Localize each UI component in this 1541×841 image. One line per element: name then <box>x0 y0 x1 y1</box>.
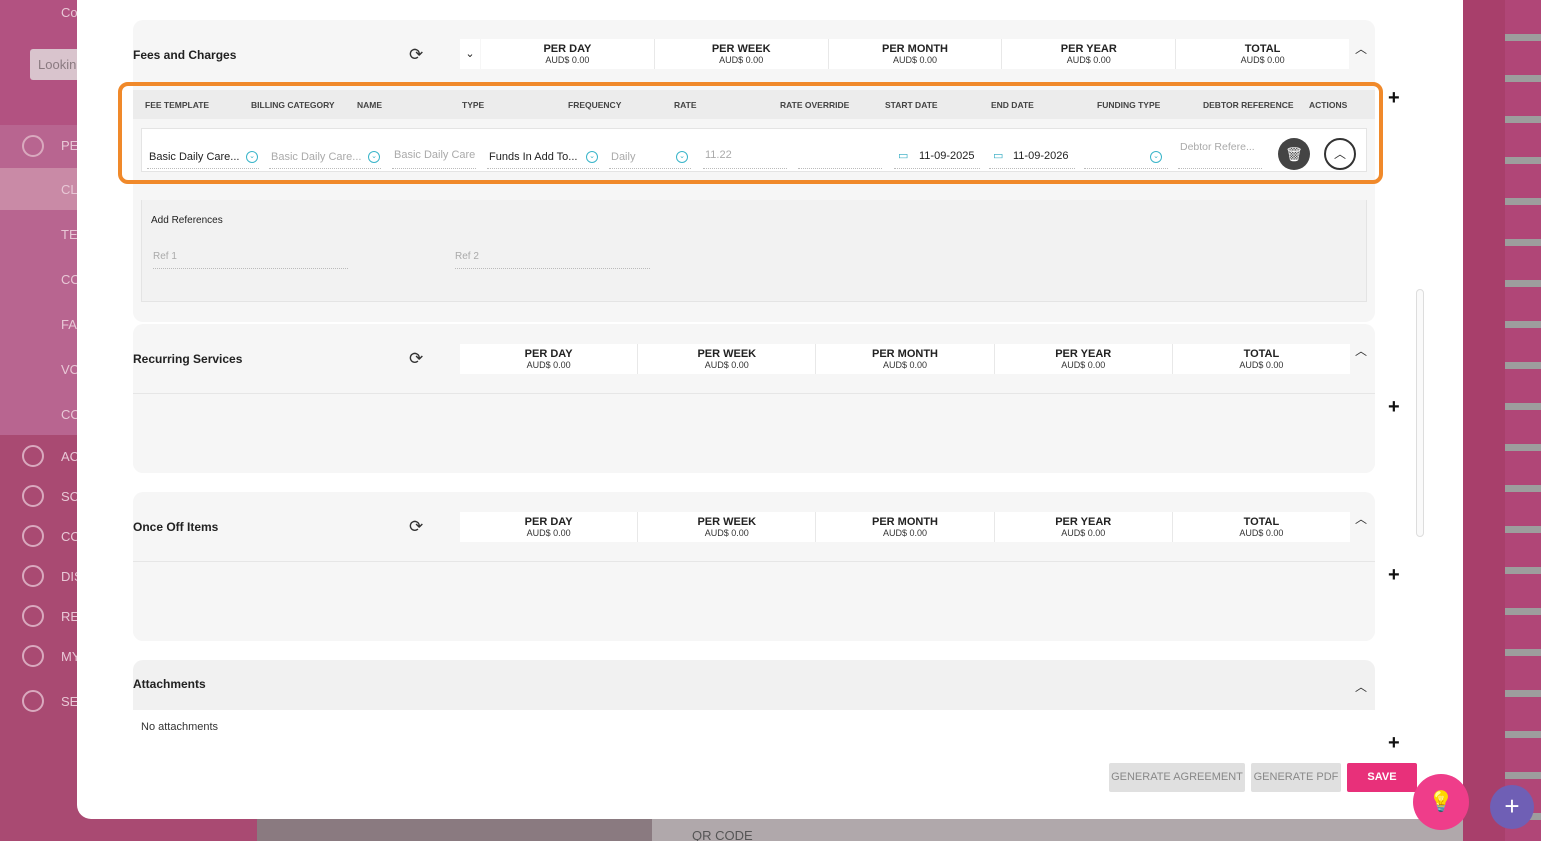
summary-cell: PER WEEK AUD$ 0.00 <box>638 512 817 542</box>
scrollbar[interactable] <box>1416 289 1424 537</box>
summary-cell: PER WEEK AUD$ 0.00 <box>655 39 829 69</box>
plus-icon[interactable]: + <box>1388 87 1400 110</box>
user-icon <box>22 645 44 667</box>
summary-cell: TOTAL AUD$ 0.00 <box>1239 516 1284 538</box>
once-off-body <box>133 561 1375 641</box>
no-attachments-text: No attachments <box>141 721 219 733</box>
summary-cell: PER DAY AUD$ 0.00 <box>460 344 639 374</box>
plus-icon[interactable]: + <box>1388 732 1400 755</box>
refresh-icon[interactable]: ⟳ <box>409 517 423 537</box>
summary-cell: PER MONTH AUD$ 0.00 <box>816 344 995 374</box>
background-sidebar-label: FA <box>61 317 77 332</box>
references-panel: Add References Ref 1 Ref 2 <box>141 200 1367 302</box>
heart-icon <box>22 525 44 547</box>
chevron-up-icon[interactable]: ︿ <box>1355 40 1367 57</box>
recurring-section: Recurring Services ⟳ PER DAY AUD$ 0.00 PE… <box>133 324 1375 473</box>
summary-cell: PER DAY AUD$ 0.00 <box>460 512 639 542</box>
summary-cell: TOTAL AUD$ 0.00 <box>1239 348 1284 370</box>
highlight-box <box>118 82 1383 184</box>
attachments-section: Attachments ︿ No attachments <box>133 660 1375 750</box>
once-off-title: Once Off Items <box>133 520 219 534</box>
plus-icon[interactable]: + <box>1388 396 1400 419</box>
background-stripes <box>1505 0 1541 841</box>
chevron-down-icon[interactable]: ⌄ <box>460 39 480 69</box>
refresh-icon[interactable]: ⟳ <box>409 349 423 369</box>
background-qr-code-label: QR CODE <box>652 818 1463 841</box>
save-button[interactable]: SAVE <box>1347 763 1417 792</box>
summary-cell: PER YEAR AUD$ 0.00 <box>995 512 1173 542</box>
chat-icon <box>22 565 44 587</box>
fees-title: Fees and Charges <box>133 48 237 62</box>
once-off-section: Once Off Items ⟳ PER DAY AUD$ 0.00 PER WE… <box>133 492 1375 641</box>
alert-icon <box>22 445 44 467</box>
summary-cell: PER YEAR AUD$ 0.00 <box>1002 39 1177 69</box>
summary-cell: PER MONTH AUD$ 0.00 <box>816 512 995 542</box>
background-sidebar-label: SE <box>61 694 79 709</box>
gear-icon <box>22 690 44 712</box>
background-sidebar-label: CL <box>61 182 78 197</box>
recurring-title: Recurring Services <box>133 352 243 366</box>
generate-pdf-button[interactable]: GENERATE PDF <box>1251 763 1341 792</box>
background-sidebar-label: Co <box>61 5 78 20</box>
once-off-summary: PER DAY AUD$ 0.00 PER WEEK AUD$ 0.00 PER M… <box>460 512 1350 542</box>
fee-modal: Fees and Charges ⟳ ⌄ PER DAY AUD$ 0.00 PE… <box>77 0 1463 819</box>
ref2-input[interactable]: Ref 2 <box>455 251 650 269</box>
plus-icon[interactable]: + <box>1388 564 1400 587</box>
lightbulb-icon: 💡 <box>1428 791 1454 813</box>
quick-add-button[interactable]: + <box>1490 785 1534 829</box>
summary-cell: PER MONTH AUD$ 0.00 <box>829 39 1003 69</box>
background-sidebar-label: PE <box>61 138 79 153</box>
background-sidebar-label: TE <box>61 227 78 242</box>
chevron-up-icon[interactable]: ︿ <box>1355 342 1367 359</box>
refresh-icon[interactable]: ⟳ <box>409 45 423 65</box>
recurring-summary: PER DAY AUD$ 0.00 PER WEEK AUD$ 0.00 PER M… <box>460 344 1350 374</box>
attachments-title: Attachments <box>133 677 206 691</box>
summary-cell: TOTAL AUD$ 0.00 <box>1240 43 1285 65</box>
generate-agreement-button[interactable]: GENERATE AGREEMENT <box>1109 763 1245 792</box>
summary-cell: PER YEAR AUD$ 0.00 <box>995 344 1173 374</box>
clock-icon <box>22 485 44 507</box>
summary-cell: PER WEEK AUD$ 0.00 <box>638 344 817 374</box>
summary-cell: PER DAY AUD$ 0.00 <box>481 39 655 69</box>
tips-button[interactable]: 💡 <box>1413 774 1469 830</box>
people-icon <box>22 135 44 157</box>
recurring-body <box>133 393 1375 473</box>
attachments-body: No attachments <box>133 710 1375 750</box>
fees-summary: PER DAY AUD$ 0.00 PER WEEK AUD$ 0.00 PER M… <box>481 39 1349 69</box>
add-references-title: Add References <box>151 215 223 226</box>
ref1-input[interactable]: Ref 1 <box>153 251 348 269</box>
background-bottom-bar: QR CODE <box>257 818 1463 841</box>
chevron-up-icon[interactable]: ︿ <box>1355 678 1367 695</box>
plus-icon: + <box>1504 791 1520 821</box>
reports-icon <box>22 605 44 627</box>
chevron-up-icon[interactable]: ︿ <box>1355 510 1367 527</box>
